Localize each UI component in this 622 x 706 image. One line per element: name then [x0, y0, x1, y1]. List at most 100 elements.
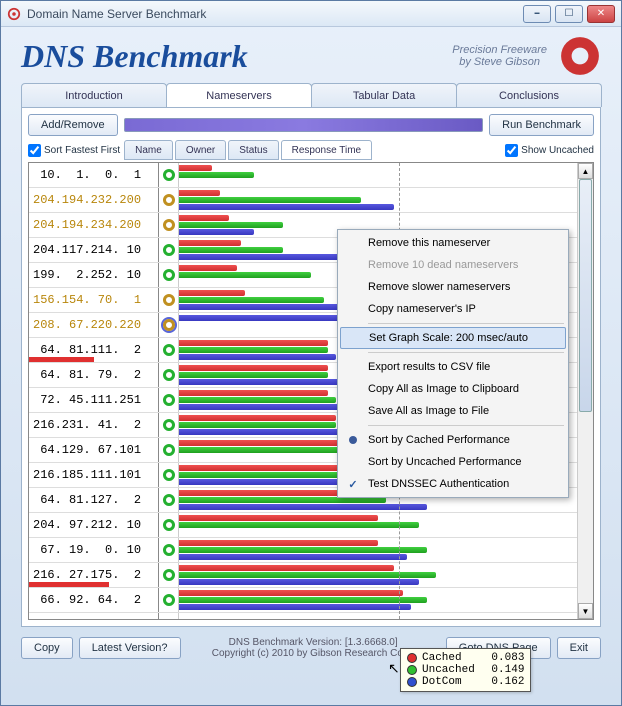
menu-item[interactable]: Set Graph Scale: 200 msec/auto — [340, 327, 566, 349]
status-dot-icon — [159, 413, 179, 437]
exit-button[interactable]: Exit — [557, 637, 601, 659]
ip-cell: 64. 81.111. 2 — [29, 338, 159, 362]
menu-item[interactable]: Copy nameserver's IP — [340, 298, 566, 320]
latest-version-button[interactable]: Latest Version? — [79, 637, 181, 659]
table-row[interactable]: 64.102.255. 44 — [29, 613, 593, 620]
scroll-down-icon[interactable]: ▼ — [578, 603, 593, 619]
tab-introduction[interactable]: Introduction — [21, 83, 167, 107]
ip-cell: 72. 45.111.251 — [29, 388, 159, 412]
table-row[interactable]: 204.194.232.200 — [29, 188, 593, 213]
menu-item[interactable]: Sort by Cached Performance — [340, 429, 566, 451]
add-remove-button[interactable]: Add/Remove — [28, 114, 118, 136]
uncached-dot-icon — [407, 665, 417, 675]
tab-nameservers[interactable]: Nameservers — [166, 83, 312, 107]
titlebar: Domain Name Server Benchmark — [1, 1, 621, 27]
menu-item: Remove 10 dead nameservers — [340, 254, 566, 276]
ip-cell: 156.154. 70. 1 — [29, 288, 159, 312]
table-row[interactable]: 67. 19. 0. 10 — [29, 538, 593, 563]
status-dot-icon — [159, 463, 179, 487]
scroll-thumb[interactable] — [579, 179, 592, 412]
status-dot-icon — [159, 513, 179, 537]
status-dot-icon — [159, 163, 179, 187]
response-bars — [179, 588, 593, 612]
table-row[interactable]: 10. 1. 0. 1 — [29, 163, 593, 188]
table-row[interactable]: 204. 97.212. 10 — [29, 513, 593, 538]
status-dot-icon — [159, 613, 179, 620]
show-uncached-checkbox[interactable]: Show Uncached — [505, 144, 594, 157]
dotcom-dot-icon — [407, 677, 417, 687]
sort-tab-response-time[interactable]: Response Time — [281, 140, 372, 160]
status-dot-icon — [159, 188, 179, 212]
response-tooltip: Cached 0.083 Uncached 0.149 DotCom 0.162 — [400, 648, 531, 692]
sort-tab-status[interactable]: Status — [228, 140, 278, 160]
cursor-icon: ↖ — [388, 660, 400, 677]
header: DNS Benchmark Precision Freeware by Stev… — [1, 27, 621, 83]
ip-cell: 66. 92. 64. 2 — [29, 588, 159, 612]
maximize-button[interactable] — [555, 5, 583, 23]
ip-cell: 204. 97.212. 10 — [29, 513, 159, 537]
tab-conclusions[interactable]: Conclusions — [456, 83, 602, 107]
app-name: DNS Benchmark — [21, 38, 452, 75]
sort-tab-owner[interactable]: Owner — [175, 140, 226, 160]
status-dot-icon — [159, 588, 179, 612]
ip-cell: 10. 1. 0. 1 — [29, 163, 159, 187]
scroll-up-icon[interactable]: ▲ — [578, 163, 593, 179]
main-tabs: IntroductionNameserversTabular DataConcl… — [1, 83, 621, 107]
ip-cell: 204.194.234.200 — [29, 213, 159, 237]
table-row[interactable]: 66. 92. 64. 2 — [29, 588, 593, 613]
ip-cell: 204.117.214. 10 — [29, 238, 159, 262]
response-bars — [179, 513, 593, 537]
menu-item[interactable]: Sort by Uncached Performance — [340, 451, 566, 473]
ip-cell: 216. 27.175. 2 — [29, 563, 159, 587]
ip-cell: 64. 81.127. 2 — [29, 488, 159, 512]
grc-logo-icon — [559, 35, 601, 77]
status-dot-icon — [159, 563, 179, 587]
status-dot-icon — [159, 338, 179, 362]
status-dot-icon — [159, 213, 179, 237]
main-window: Domain Name Server Benchmark DNS Benchma… — [0, 0, 622, 706]
response-bars — [179, 538, 593, 562]
ip-cell: 204.194.232.200 — [29, 188, 159, 212]
cached-dot-icon — [407, 653, 417, 663]
status-dot-icon — [159, 538, 179, 562]
ip-cell: 64.102.255. 44 — [29, 613, 159, 620]
ip-cell: 64. 81. 79. 2 — [29, 363, 159, 387]
sort-tab-name[interactable]: Name — [124, 140, 173, 160]
menu-item[interactable]: Test DNSSEC Authentication — [340, 473, 566, 495]
status-dot-icon — [159, 438, 179, 462]
ip-cell: 199. 2.252. 10 — [29, 263, 159, 287]
sort-fastest-checkbox[interactable]: Sort Fastest First — [28, 144, 120, 157]
status-dot-icon — [159, 238, 179, 262]
response-bars — [179, 163, 593, 187]
tagline: Precision Freeware by Steve Gibson — [452, 44, 547, 68]
run-benchmark-button[interactable]: Run Benchmark — [489, 114, 594, 136]
menu-item[interactable]: Remove this nameserver — [340, 232, 566, 254]
menu-item[interactable]: Remove slower nameservers — [340, 276, 566, 298]
ip-cell: 64.129. 67.101 — [29, 438, 159, 462]
ip-cell: 216.185.111.101 — [29, 463, 159, 487]
ip-cell: 216.231. 41. 2 — [29, 413, 159, 437]
context-menu: Remove this nameserverRemove 10 dead nam… — [337, 229, 569, 498]
close-button[interactable] — [587, 5, 615, 23]
copy-button[interactable]: Copy — [21, 637, 73, 659]
status-dot-icon — [159, 363, 179, 387]
table-row[interactable]: 216. 27.175. 2 — [29, 563, 593, 588]
sort-row: Sort Fastest First NameOwnerStatusRespon… — [28, 140, 594, 160]
response-bars — [179, 188, 593, 212]
window-title: Domain Name Server Benchmark — [27, 7, 523, 21]
scrollbar[interactable]: ▲ ▼ — [577, 163, 593, 619]
menu-item[interactable]: Copy All as Image to Clipboard — [340, 378, 566, 400]
status-dot-icon — [159, 388, 179, 412]
status-dot-icon — [159, 313, 179, 337]
status-dot-icon — [159, 263, 179, 287]
status-dot-icon — [159, 488, 179, 512]
ip-cell: 67. 19. 0. 10 — [29, 538, 159, 562]
menu-item[interactable]: Export results to CSV file — [340, 356, 566, 378]
app-icon — [7, 7, 21, 21]
minimize-button[interactable] — [523, 5, 551, 23]
toolbar: Add/Remove Run Benchmark — [28, 114, 594, 136]
tab-tabular-data[interactable]: Tabular Data — [311, 83, 457, 107]
menu-item[interactable]: Save All as Image to File — [340, 400, 566, 422]
ip-cell: 208. 67.220.220 — [29, 313, 159, 337]
response-bars — [179, 613, 593, 620]
